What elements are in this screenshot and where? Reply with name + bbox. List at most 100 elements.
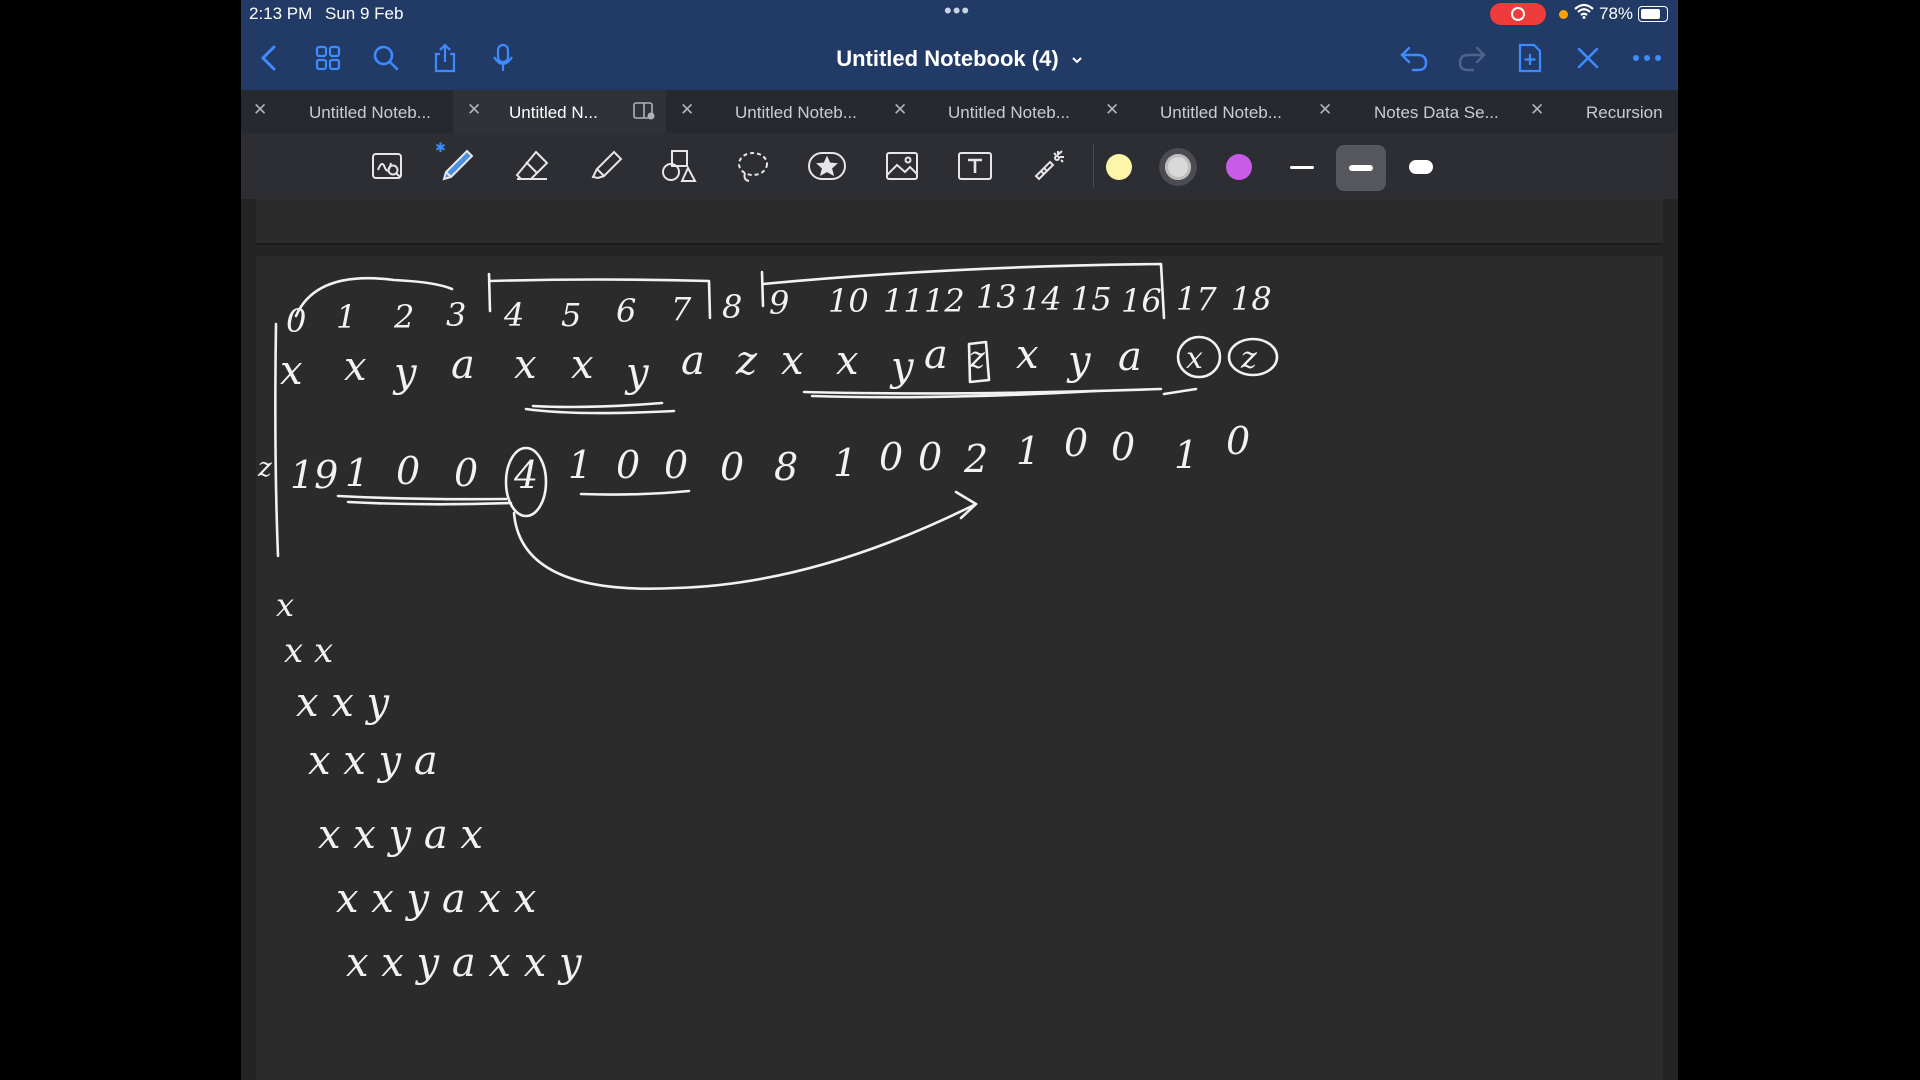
tab-untitled-notebook-active[interactable]: ✕ Untitled N... [453, 90, 666, 133]
color-swatch-white[interactable] [1165, 154, 1191, 180]
tab-untitled-notebook-5[interactable]: ✕ Untitled Noteb... [1091, 90, 1304, 133]
ink-pyramid-line-4: x x y a [308, 738, 438, 784]
ink-index-8: 8 [722, 288, 742, 326]
ink-index-row: 0 1 2 3 4 5 6 7 8 9 10 11 12 13 14 15 16… [286, 278, 1272, 340]
wifi-icon [1574, 3, 1594, 24]
more-options-icon[interactable] [1631, 42, 1663, 74]
ink-char-17: x [1186, 341, 1203, 376]
add-page-icon[interactable] [1514, 42, 1546, 74]
title-chevron-down-icon[interactable] [1071, 54, 1083, 66]
ink-char-0: x [280, 348, 303, 394]
tab-bar: ✕ Untitled Noteb... ✕ Untitled N... ✕ Un… [241, 90, 1678, 133]
ink-count-14: 1 [1016, 429, 1040, 473]
shapes-icon[interactable] [659, 146, 699, 186]
tab-untitled-notebook-4[interactable]: ✕ Untitled Noteb... [879, 90, 1091, 133]
close-pen-tools-icon[interactable] [1572, 42, 1604, 74]
ink-index-0: 0 [286, 302, 306, 340]
ink-bracket-left-9 [760, 270, 765, 308]
ink-count-5: 1 [568, 443, 592, 487]
toolbar-divider [1093, 145, 1094, 187]
highlighter-icon[interactable] [586, 146, 626, 186]
ink-bracket-left-4 [487, 272, 492, 313]
tab-label[interactable]: Untitled Noteb... [735, 103, 857, 123]
ink-index-17: 17 [1176, 280, 1217, 318]
ink-count-9: 8 [774, 445, 798, 489]
tab-recursion[interactable]: ✕ Recursion [1516, 90, 1678, 133]
split-view-icon[interactable] [633, 102, 655, 125]
navigation-bar: Untitled Notebook (4) [241, 28, 1678, 90]
previous-page-edge [256, 199, 1663, 245]
ink-index-1: 1 [336, 298, 356, 336]
pen-icon[interactable]: ✱ [435, 140, 477, 186]
ink-count-17: 1 [1174, 433, 1198, 477]
ink-underline-g [346, 500, 513, 506]
ink-arc-0-3 [294, 276, 454, 318]
ink-count-8: 0 [720, 445, 744, 489]
ink-index-4: 4 [503, 296, 524, 334]
ink-underline-c [802, 387, 1163, 395]
stickers-icon[interactable] [807, 146, 847, 186]
ink-char-3: a [451, 342, 475, 388]
tab-close-icon[interactable]: ✕ [1105, 100, 1119, 120]
ink-underline-b [524, 407, 676, 415]
tab-label[interactable]: Untitled N... [509, 103, 598, 123]
tab-label[interactable]: Recursion [1586, 103, 1663, 123]
multitasking-dots-icon[interactable]: ••• [944, 0, 970, 24]
ink-count-4: 4 [513, 453, 538, 497]
tab-untitled-notebook-1[interactable]: ✕ Untitled Noteb... [241, 90, 453, 133]
tab-label[interactable]: Notes Data Se... [1374, 103, 1499, 123]
image-icon[interactable] [882, 146, 922, 186]
status-bar: 2:13 PM Sun 9 Feb ••• 78% [241, 0, 1678, 28]
ink-pyramid-line-6: x x y a x x [336, 876, 536, 922]
tab-close-icon[interactable]: ✕ [467, 100, 481, 120]
ink-underline-e [1162, 387, 1198, 396]
ink-char-8: z [735, 338, 758, 384]
tab-notes-data-se[interactable]: ✕ Notes Data Se... [1304, 90, 1516, 133]
ink-char-13: z [968, 341, 985, 376]
tab-untitled-notebook-3[interactable]: ✕ Untitled Noteb... [666, 90, 879, 133]
ink-pyramid-line-7: x x y a x x y [346, 940, 583, 986]
tab-label[interactable]: Untitled Noteb... [309, 103, 431, 123]
tab-label[interactable]: Untitled Noteb... [948, 103, 1070, 123]
ink-count-0: 19 [290, 453, 338, 497]
ink-index-15: 15 [1071, 280, 1112, 318]
battery-percentage: 78% [1599, 4, 1634, 23]
ink-char-4: x [514, 342, 537, 388]
lasso-icon[interactable] [733, 146, 773, 186]
zoom-window-icon[interactable] [368, 146, 408, 186]
redo-icon[interactable] [1456, 42, 1488, 74]
ink-count-18: 0 [1226, 419, 1250, 463]
ink-count-6: 0 [616, 443, 640, 487]
ink-count-2: 0 [396, 449, 420, 493]
ink-vertical-line [274, 322, 280, 558]
ink-count-7: 0 [664, 443, 688, 487]
tab-close-icon[interactable]: ✕ [1318, 100, 1332, 120]
ink-count-1: 1 [345, 451, 369, 495]
tab-close-icon[interactable]: ✕ [893, 100, 907, 120]
bluetooth-icon: ✱ [435, 140, 446, 155]
ink-index-14: 14 [1021, 280, 1062, 318]
ink-index-3: 3 [446, 296, 466, 334]
notebook-page-canvas[interactable]: 0 1 2 3 4 5 6 7 8 9 10 11 12 13 14 15 16… [256, 256, 1663, 1080]
stroke-thick[interactable] [1409, 160, 1433, 174]
tab-close-icon[interactable]: ✕ [253, 100, 267, 120]
color-swatch-yellow[interactable] [1106, 154, 1132, 180]
screen-recording-icon[interactable] [1490, 3, 1546, 25]
ink-char-11: y [889, 344, 915, 390]
ink-char-12: a [924, 332, 948, 378]
text-tool-icon[interactable] [955, 146, 995, 186]
color-swatch-purple[interactable] [1226, 154, 1252, 180]
tab-close-icon[interactable]: ✕ [1530, 100, 1544, 120]
ink-index-6: 6 [616, 292, 636, 330]
laser-pointer-icon[interactable] [1029, 146, 1069, 186]
ink-index-13: 13 [976, 278, 1017, 316]
stroke-thin[interactable] [1290, 166, 1314, 169]
stroke-medium-selected[interactable] [1336, 145, 1386, 191]
tab-label[interactable]: Untitled Noteb... [1160, 103, 1282, 123]
ink-count-12: 0 [918, 435, 942, 479]
ink-char-14: x [1016, 332, 1039, 378]
ink-underline-f [336, 494, 508, 501]
eraser-icon[interactable] [512, 146, 552, 186]
undo-icon[interactable] [1398, 42, 1430, 74]
tab-close-icon[interactable]: ✕ [680, 100, 694, 120]
